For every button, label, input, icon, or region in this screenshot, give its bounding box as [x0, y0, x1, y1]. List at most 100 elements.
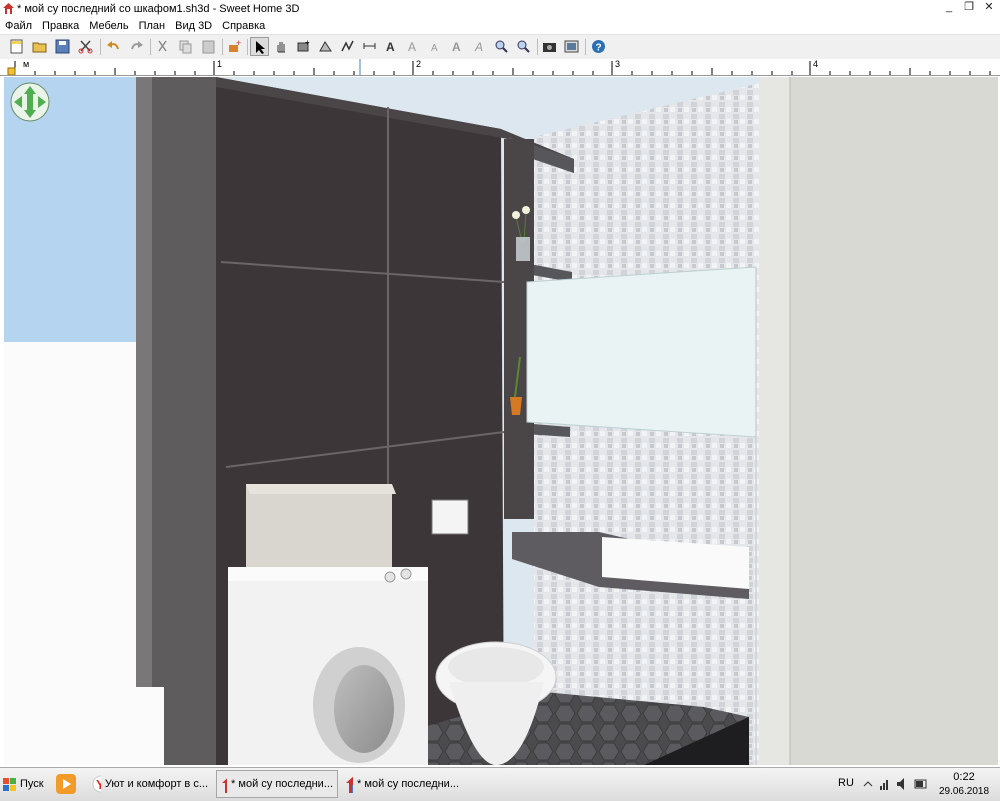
save-button[interactable]	[53, 37, 72, 56]
task-sweet-home-active[interactable]: * мой су последни...	[216, 770, 338, 798]
yandex-browser-icon: Y	[92, 775, 101, 793]
wall-icon: +	[297, 39, 310, 52]
window-title: * мой су последний со шкафом1.sh3d - Swe…	[17, 3, 300, 15]
language-indicator[interactable]: RU	[838, 777, 854, 789]
undo-icon	[107, 41, 119, 50]
add-furniture-icon: +	[229, 39, 241, 52]
sweet-home-icon	[222, 778, 228, 793]
undo-button[interactable]	[104, 37, 123, 56]
navigation-arrows-icon[interactable]	[9, 81, 51, 123]
new-home-button[interactable]	[7, 37, 26, 56]
sweet-home-app-icon[interactable]	[3, 3, 14, 14]
ruler-mark-1: 1	[217, 59, 223, 69]
decrease-text-icon: A	[431, 43, 438, 54]
help-button[interactable]: ?	[589, 37, 608, 56]
create-dimensions-button[interactable]	[360, 37, 379, 56]
polyline-icon	[341, 40, 354, 52]
menu-help[interactable]: Справка	[217, 18, 270, 34]
svg-text:A: A	[474, 40, 483, 54]
open-button[interactable]	[30, 37, 49, 56]
network-icon[interactable]	[878, 777, 892, 791]
menu-furniture[interactable]: Мебель	[84, 18, 133, 34]
cut-icon	[158, 40, 167, 52]
ruler-ticks	[7, 59, 991, 75]
plan-ruler[interactable]: м 1 2 3 4	[0, 59, 1000, 76]
save-disk-icon	[55, 39, 70, 54]
volume-icon[interactable]	[896, 777, 910, 791]
italic-text-button[interactable]: A	[470, 37, 489, 56]
scissors-tools-icon	[78, 40, 93, 54]
select-mode-button[interactable]	[250, 37, 269, 56]
svg-text:A: A	[386, 40, 395, 54]
add-text-button[interactable]: A	[382, 37, 401, 56]
title-bar: * мой су последний со шкафом1.sh3d - Swe…	[0, 0, 1000, 18]
menu-file[interactable]: Файл	[0, 18, 37, 34]
bold-text-button[interactable]: A	[448, 37, 467, 56]
room-icon	[319, 41, 332, 52]
add-furniture-button[interactable]: +	[225, 37, 244, 56]
svg-text:+: +	[236, 39, 241, 48]
bathroom-3d-render	[4, 77, 998, 765]
redo-button[interactable]	[127, 37, 146, 56]
open-folder-icon	[32, 42, 47, 53]
svg-text:A: A	[431, 43, 438, 54]
taskbar: Пуск Y Уют и комфорт в с... * мой су пос…	[0, 767, 1000, 801]
task-media-player[interactable]	[51, 770, 85, 798]
task-label: * мой су последни...	[231, 778, 333, 790]
create-walls-button[interactable]: +	[294, 37, 313, 56]
windows-logo-icon	[3, 778, 16, 791]
create-polylines-button[interactable]	[338, 37, 357, 56]
paste-button[interactable]	[199, 37, 218, 56]
svg-text:A: A	[408, 40, 416, 54]
camera-icon	[543, 43, 556, 52]
menu-edit[interactable]: Правка	[37, 18, 84, 34]
redo-icon	[131, 41, 143, 50]
start-label: Пуск	[20, 778, 44, 790]
new-document-icon	[10, 39, 23, 54]
chevron-up-icon[interactable]	[862, 778, 874, 790]
create-photo-button[interactable]	[540, 37, 559, 56]
clock-date: 29.06.2018	[938, 786, 990, 797]
paste-icon	[202, 40, 215, 54]
bold-text-icon: A	[452, 40, 461, 54]
ruler-mark-3: 3	[615, 59, 621, 69]
restore-button[interactable]: ❐	[960, 0, 978, 16]
cut-button[interactable]	[153, 37, 172, 56]
task-label: Уют и комфорт в с...	[104, 778, 208, 790]
toolbar: + + A A A A A ?	[0, 34, 1000, 60]
media-player-icon	[56, 774, 76, 794]
zoom-in-button[interactable]	[492, 37, 511, 56]
battery-icon[interactable]	[914, 777, 928, 791]
task-yandex-browser[interactable]: Y Уют и комфорт в с...	[88, 770, 212, 798]
create-rooms-button[interactable]	[316, 37, 335, 56]
copy-icon	[179, 40, 192, 54]
zoom-out-button[interactable]	[514, 37, 533, 56]
text-icon: A	[386, 40, 395, 54]
clock-time[interactable]: 0:22	[934, 771, 994, 783]
start-button[interactable]: Пуск	[2, 771, 46, 797]
copy-button[interactable]	[176, 37, 195, 56]
minimize-button[interactable]: _	[940, 0, 958, 16]
create-video-button[interactable]	[562, 37, 581, 56]
ruler-unit: м	[23, 59, 30, 69]
preferences-button[interactable]	[76, 37, 95, 56]
task-label: * мой су последни...	[357, 778, 459, 790]
close-button[interactable]: ✕	[980, 0, 998, 16]
increase-text-icon: A	[408, 40, 416, 54]
italic-text-icon: A	[474, 40, 483, 54]
3d-view[interactable]	[4, 77, 998, 765]
svg-text:A: A	[452, 40, 461, 54]
svg-text:+: +	[305, 39, 310, 47]
svg-text:Y: Y	[96, 777, 101, 792]
hand-icon	[277, 42, 285, 53]
decrease-text-button[interactable]: A	[426, 37, 445, 56]
system-tray: RU 0:22 29.06.2018	[830, 768, 1000, 801]
pan-mode-button[interactable]	[272, 37, 291, 56]
menu-3d-view[interactable]: Вид 3D	[170, 18, 217, 34]
task-sweet-home[interactable]: * мой су последни...	[341, 770, 463, 798]
menu-bar: Файл Правка Мебель План Вид 3D Справка	[0, 18, 1000, 34]
menu-plan[interactable]: План	[134, 18, 171, 34]
zoom-out-icon	[517, 40, 530, 53]
ruler-mark-4: 4	[813, 59, 819, 69]
increase-text-button[interactable]: A	[404, 37, 423, 56]
